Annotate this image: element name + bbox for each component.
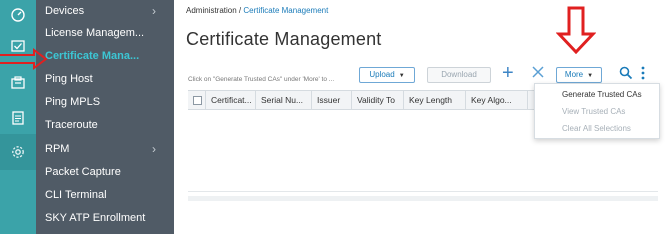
column-header-serial-number[interactable]: Serial Nu... [256,91,312,109]
devices-icon[interactable] [6,71,30,95]
annotation-arrow-down-icon [556,6,596,54]
breadcrumb-separator: / [238,6,242,15]
sidebar-item-certificate-management[interactable]: Certificate Mana... [36,45,174,67]
reports-icon[interactable] [6,106,30,130]
more-button[interactable]: More ▼ [556,67,602,83]
sidebar-item-label: Ping Host [45,73,93,85]
sidebar-menu: Devices › License Managem... Certificate… [36,0,174,234]
menu-item-clear-all-selections: Clear All Selections [562,124,631,133]
sidebar-item-label: Devices [45,5,85,17]
sidebar-item-label: Traceroute [45,119,98,131]
breadcrumb-root[interactable]: Administration [186,6,237,15]
sidebar-item-label: SKY ATP Enrollment [45,212,146,224]
select-all-cell [188,91,206,109]
upload-button-label: Upload [369,70,395,79]
download-button[interactable]: Download [427,67,491,83]
toolbar-hint: Click on "Generate Trusted CAs" under 'M… [188,76,335,83]
caret-down-icon: ▼ [587,73,594,79]
sidebar-item-rpm[interactable]: RPM › [36,138,174,160]
column-header-key-length[interactable]: Key Length [404,91,466,109]
column-header-validity-to[interactable]: Validity To [352,91,404,109]
sidebar-item-packet-capture[interactable]: Packet Capture [36,161,174,183]
dashboard-icon[interactable] [6,3,30,27]
sidebar-item-label: Packet Capture [45,166,121,178]
sidebar-item-ping-host[interactable]: Ping Host [36,68,174,90]
search-icon[interactable] [619,66,633,80]
select-all-checkbox[interactable] [193,96,202,105]
column-header-key-algorithm[interactable]: Key Algo... [466,91,528,109]
sidebar-item-label: CLI Terminal [45,189,107,201]
column-header-certificate[interactable]: Certificat... [206,91,256,109]
sidebar-item-sky-atp-enrollment[interactable]: SKY ATP Enrollment [36,207,174,229]
more-dropdown-menu: Generate Trusted CAs View Trusted CAs Cl… [534,83,660,139]
breadcrumb: Administration / Certificate Management [186,6,328,15]
delete-icon[interactable] [530,64,546,80]
sidebar-item-cli-terminal[interactable]: CLI Terminal [36,184,174,206]
caret-down-icon: ▼ [398,73,405,79]
administration-gear-icon[interactable] [0,134,36,170]
menu-item-generate-trusted-cas[interactable]: Generate Trusted CAs [535,87,659,103]
upload-button[interactable]: Upload ▼ [359,67,415,83]
sidebar-item-label: Ping MPLS [45,96,101,108]
sidebar-item-label: Certificate Mana... [45,50,140,62]
sidebar-item-license-management[interactable]: License Managem... [36,22,174,44]
page-title: Certificate Management [186,29,382,49]
more-button-label: More [564,70,584,79]
annotation-arrow-right-icon [0,48,48,70]
more-options-kebab-icon[interactable] [640,66,646,80]
main-content: Administration / Certificate Management … [174,0,668,234]
add-icon[interactable]: + [502,63,514,83]
sidebar-item-label: RPM [45,143,70,155]
sidebar-item-traceroute[interactable]: Traceroute [36,114,174,136]
chevron-right-icon: › [152,4,156,18]
breadcrumb-current[interactable]: Certificate Management [243,6,328,15]
column-header-issuer[interactable]: Issuer [312,91,352,109]
icon-rail [0,0,36,234]
sidebar-item-ping-mpls[interactable]: Ping MPLS [36,91,174,113]
horizontal-scrollbar[interactable] [188,196,658,201]
sidebar-item-devices[interactable]: Devices › [36,0,174,22]
sidebar-item-label: License Managem... [45,27,145,39]
menu-item-view-trusted-cas: View Trusted CAs [562,107,626,116]
chevron-right-icon: › [152,142,156,156]
